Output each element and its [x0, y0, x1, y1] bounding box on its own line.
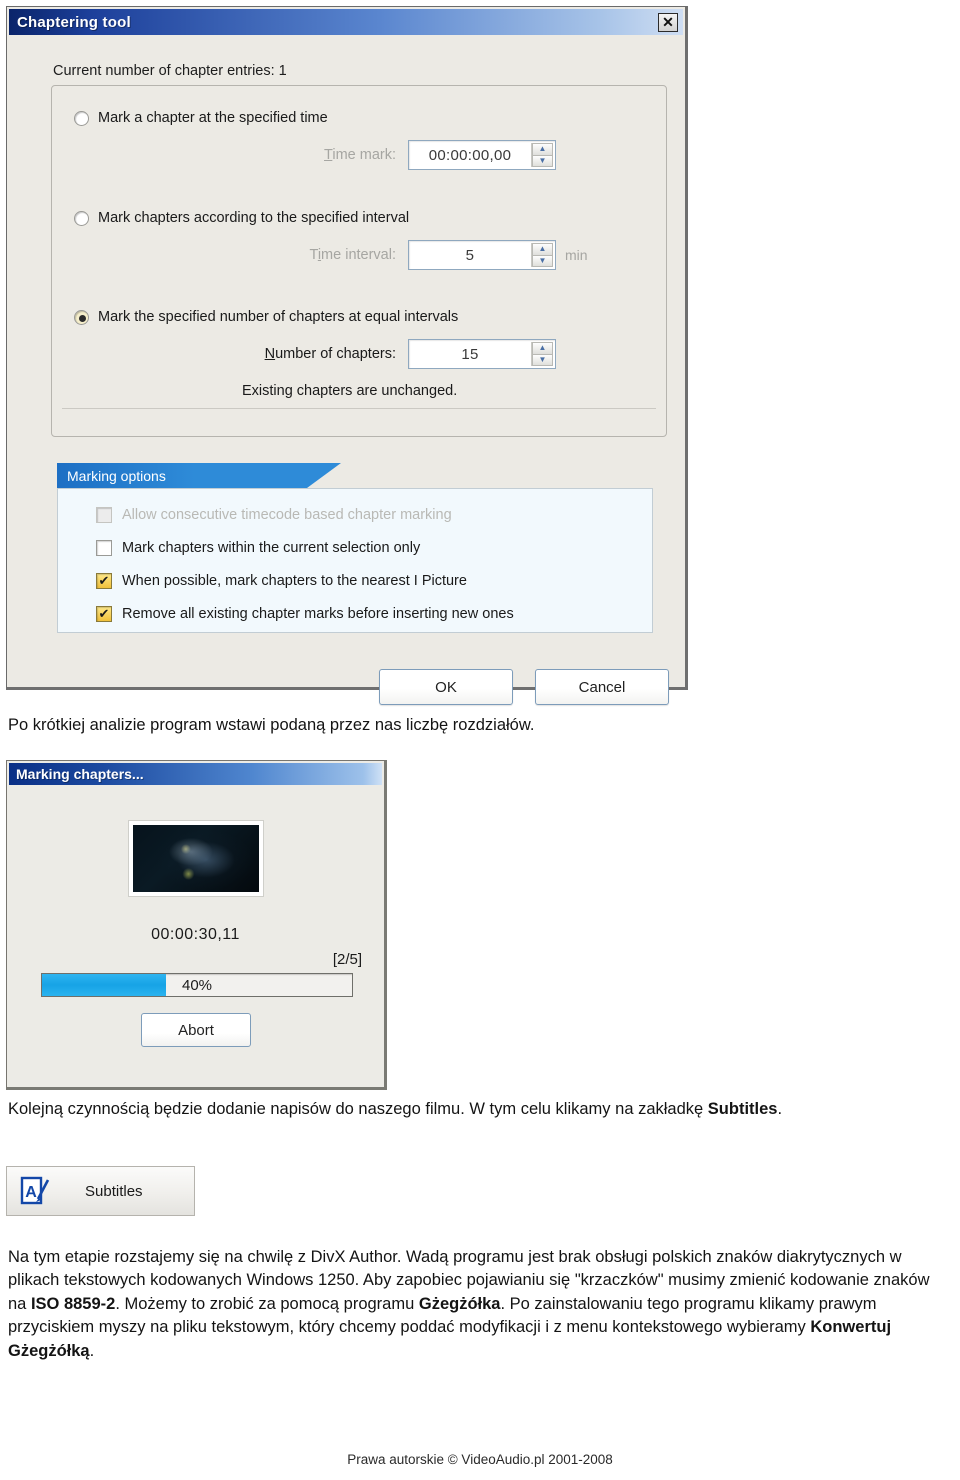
ok-button[interactable]: OK: [379, 669, 513, 705]
number-of-chapters-spinner[interactable]: 15 ▲ ▼: [408, 339, 556, 369]
paragraph-after-chaptering: Po krótkiej analizie program wstawi poda…: [8, 716, 535, 734]
time-interval-unit: min: [565, 247, 588, 263]
progress-dialog-title: Marking chapters...: [16, 766, 144, 782]
spin-up-icon[interactable]: ▲: [532, 342, 553, 354]
checkbox-row-nearest-i-picture[interactable]: When possible, mark chapters to the near…: [96, 573, 467, 589]
radio-row-specified-time[interactable]: Mark a chapter at the specified time: [74, 110, 328, 126]
progress-counter: [2/5]: [332, 951, 362, 968]
checkbox-label-remove-existing: Remove all existing chapter marks before…: [122, 606, 514, 622]
radio-row-specified-interval[interactable]: Mark chapters according to the specified…: [74, 210, 409, 226]
dialog-body: Current number of chapter entries: 1 Mar…: [9, 37, 683, 705]
subtitles-edit-icon: A: [19, 1175, 51, 1207]
progress-bar: 40%: [41, 973, 353, 997]
marking-options-header-arrow: [307, 463, 341, 488]
spin-down-icon[interactable]: ▼: [532, 254, 553, 267]
spin-up-icon[interactable]: ▲: [532, 143, 553, 155]
number-of-chapters-label: Number of chapters:: [264, 346, 396, 362]
abort-button[interactable]: Abort: [141, 1013, 251, 1047]
checkbox-remove-existing-icon[interactable]: [96, 606, 112, 622]
time-interval-value: 5: [465, 246, 475, 264]
paragraph-subtitles-intro: Kolejną czynnością będzie dodanie napisó…: [8, 1098, 952, 1121]
time-interval-label: Time interval:: [309, 247, 396, 263]
radio-equal-intervals-icon[interactable]: [74, 309, 89, 325]
existing-chapters-note: Existing chapters are unchanged.: [242, 383, 458, 399]
paragraph-subtitles-bold: Subtitles: [707, 1100, 778, 1118]
groupbox-separator: [62, 408, 656, 409]
radio-label-specified-interval: Mark chapters according to the specified…: [98, 210, 410, 226]
checkbox-label-allow-consecutive: Allow consecutive timecode based chapter…: [122, 507, 452, 523]
subtitles-tab-button[interactable]: A Subtitles: [6, 1166, 195, 1216]
marking-options-panel: Allow consecutive timecode based chapter…: [57, 488, 653, 633]
chapter-mode-groupbox: Mark a chapter at the specified time TTi…: [51, 85, 667, 437]
marking-chapters-progress-dialog: Marking chapters... 00:00:30,11 [2/5] 40…: [6, 760, 387, 1090]
time-mark-spinner[interactable]: 00:00:00,00 ▲ ▼: [408, 140, 556, 170]
checkbox-nearest-i-picture-icon[interactable]: [96, 573, 112, 589]
checkbox-current-selection-icon[interactable]: [96, 540, 112, 556]
time-mark-label: TTime mark:ime mark:: [324, 147, 396, 163]
number-of-chapters-spin-buttons[interactable]: ▲ ▼: [531, 342, 553, 366]
radio-row-equal-intervals[interactable]: Mark the specified number of chapters at…: [74, 309, 458, 325]
paragraph-encoding-info: Na tym etapie rozstajemy się na chwilę z…: [8, 1246, 952, 1363]
spin-up-icon[interactable]: ▲: [532, 243, 553, 255]
cancel-button[interactable]: Cancel: [535, 669, 669, 705]
dialog-title: Chaptering tool: [17, 13, 131, 31]
paragraph-encoding-bold-gzegzolka: Gżegżółka: [418, 1294, 501, 1313]
progress-titlebar[interactable]: Marking chapters...: [9, 763, 382, 785]
radio-specified-interval-icon[interactable]: [74, 210, 89, 226]
document-page: Chaptering tool ✕ Current number of chap…: [0, 0, 960, 1480]
chapter-entries-count: Current number of chapter entries: 1: [53, 63, 287, 79]
video-preview-thumbnail: [129, 821, 263, 896]
radio-label-equal-intervals: Mark the specified number of chapters at…: [98, 309, 459, 325]
time-interval-field-row[interactable]: Time interval: 5 ▲ ▼ min: [276, 240, 588, 270]
marking-options-title: Marking options: [67, 467, 166, 484]
svg-text:A: A: [25, 1184, 37, 1201]
marking-options-header: Marking options: [57, 463, 307, 488]
checkbox-row-allow-consecutive[interactable]: Allow consecutive timecode based chapter…: [96, 507, 452, 523]
radio-label-specified-time: Mark a chapter at the specified time: [98, 110, 328, 126]
checkbox-row-remove-existing[interactable]: Remove all existing chapter marks before…: [96, 606, 514, 622]
spin-down-icon[interactable]: ▼: [532, 353, 553, 366]
paragraph-subtitles-part2: .: [777, 1100, 783, 1118]
close-icon[interactable]: ✕: [658, 12, 678, 32]
checkbox-label-nearest-i-picture: When possible, mark chapters to the near…: [122, 573, 467, 589]
subtitles-button-label: Subtitles: [85, 1182, 143, 1200]
progress-percent-label: 40%: [181, 976, 213, 994]
radio-specified-time-icon[interactable]: [74, 110, 89, 126]
paragraph-encoding-part4: .: [89, 1341, 95, 1360]
number-of-chapters-value: 15: [461, 345, 479, 363]
copyright-footer: Prawa autorskie © VideoAudio.pl 2001-200…: [347, 1452, 613, 1467]
time-interval-spin-buttons[interactable]: ▲ ▼: [531, 243, 553, 267]
dialog-titlebar[interactable]: Chaptering tool ✕: [9, 9, 683, 35]
paragraph-subtitles-part1: Kolejną czynnością będzie dodanie napisó…: [8, 1100, 708, 1118]
spin-down-icon[interactable]: ▼: [532, 154, 553, 167]
chaptering-tool-dialog: Chaptering tool ✕ Current number of chap…: [6, 6, 688, 705]
paragraph-encoding-part2: . Możemy to zrobić za pomocą programu: [115, 1294, 419, 1313]
checkbox-label-current-selection: Mark chapters within the current selecti…: [122, 540, 421, 556]
number-of-chapters-field-row[interactable]: Number of chapters: 15 ▲ ▼: [240, 339, 556, 369]
time-mark-field-row[interactable]: TTime mark:ime mark: 00:00:00,00 ▲ ▼: [276, 140, 556, 170]
time-mark-spin-buttons[interactable]: ▲ ▼: [531, 143, 553, 167]
time-interval-spinner[interactable]: 5 ▲ ▼: [408, 240, 556, 270]
progress-timecode: 00:00:30,11: [151, 926, 240, 943]
checkbox-allow-consecutive-icon[interactable]: [96, 507, 112, 523]
time-mark-value: 00:00:00,00: [428, 146, 512, 164]
paragraph-encoding-bold-iso: ISO 8859-2: [30, 1294, 116, 1313]
checkbox-row-current-selection[interactable]: Mark chapters within the current selecti…: [96, 540, 420, 556]
